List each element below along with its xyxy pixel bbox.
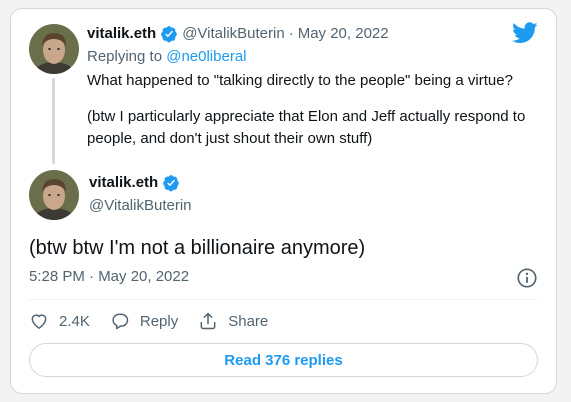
share-label: Share	[228, 312, 269, 330]
reply-label: Reply	[139, 312, 179, 330]
like-count: 2.4K	[59, 312, 90, 330]
reply-paragraph: (btw I particularly appreciate that Elon…	[87, 108, 526, 147]
like-button[interactable]: 2.4K	[29, 311, 90, 331]
tweet-timestamp[interactable]: 5:28 PM · May 20, 2022	[29, 266, 189, 288]
reply-icon	[112, 313, 129, 330]
separator-dot: ·	[288, 25, 294, 42]
replying-to: Replying to @ne0liberal	[87, 46, 247, 68]
tweet-embed-card: vitalik.eth @VitalikButerin · May 20, 20…	[10, 8, 557, 394]
author-name[interactable]: vitalik.eth	[89, 172, 158, 194]
replying-to-prefix: Replying to	[87, 48, 163, 65]
twitter-logo-icon[interactable]	[512, 22, 538, 44]
verified-badge-icon	[161, 26, 178, 43]
author-handle[interactable]: @VitalikButerin	[89, 195, 192, 217]
thread-connector-line	[52, 78, 55, 164]
reply-tweet-text: What happened to "talking directly to th…	[87, 70, 547, 164]
read-replies-button[interactable]: Read 376 replies	[29, 343, 538, 377]
heart-icon	[31, 314, 47, 329]
reply-paragraph: What happened to "talking directly to th…	[87, 72, 513, 89]
verified-badge-icon	[163, 175, 180, 192]
avatar-image	[29, 24, 79, 74]
tweet-actions: 2.4K Reply Share	[29, 309, 288, 333]
avatar[interactable]	[29, 170, 79, 220]
reply-tweet-header: vitalik.eth @VitalikButerin · May 20, 20…	[87, 23, 389, 45]
avatar[interactable]	[29, 24, 79, 74]
share-icon	[200, 312, 216, 330]
share-button[interactable]: Share	[198, 311, 268, 331]
reply-button[interactable]: Reply	[110, 311, 178, 331]
divider	[29, 299, 538, 300]
main-tweet-text: (btw btw I'm not a billionaire anymore)	[29, 237, 366, 259]
author-handle[interactable]: @VitalikButerin	[182, 23, 285, 45]
info-icon[interactable]	[516, 267, 538, 289]
author-name[interactable]: vitalik.eth	[87, 23, 156, 45]
main-author-name-row: vitalik.eth	[89, 172, 180, 194]
replying-to-handle-link[interactable]: @ne0liberal	[166, 48, 246, 65]
tweet-date[interactable]: May 20, 2022	[298, 23, 389, 45]
avatar-image	[29, 170, 79, 220]
